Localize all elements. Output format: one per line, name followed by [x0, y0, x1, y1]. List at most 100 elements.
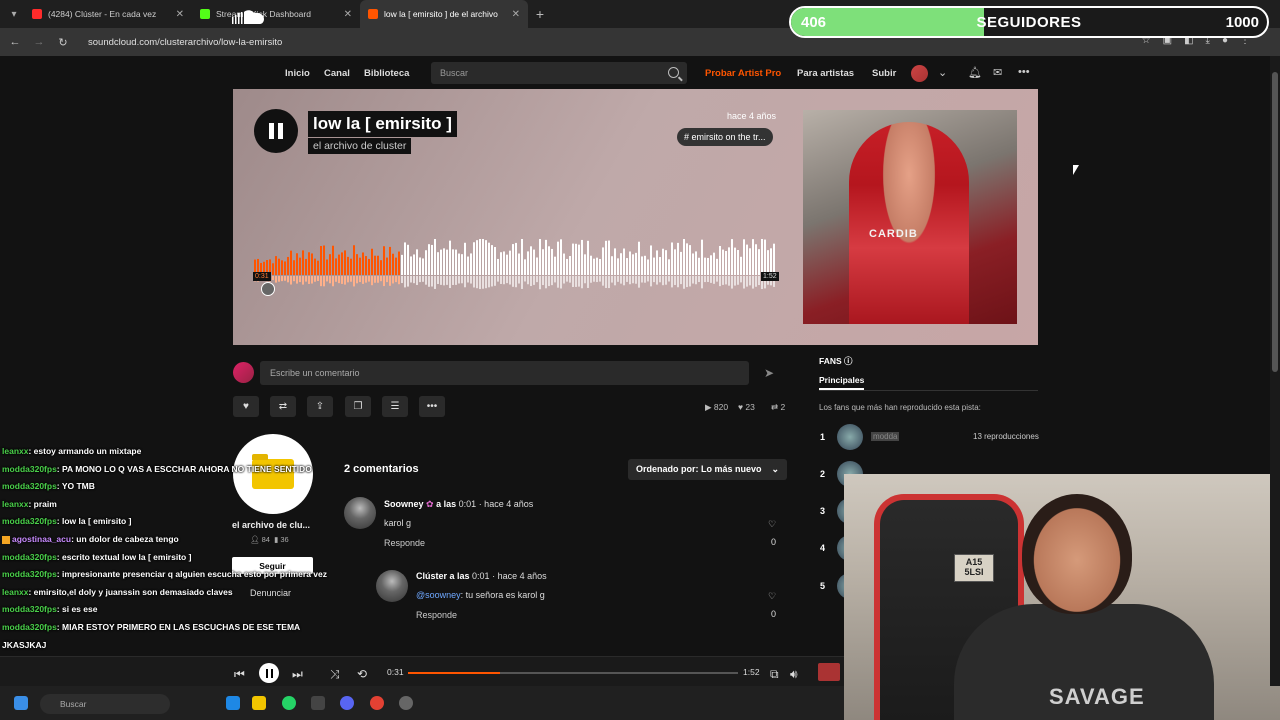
waveform-reflection-bar	[512, 276, 514, 287]
waveform-bar	[632, 254, 634, 275]
fan-avatar[interactable]	[837, 424, 863, 450]
previous-icon[interactable]: ⏮︎	[234, 667, 245, 682]
artist-name[interactable]: el archivo de clu...	[232, 520, 310, 530]
obs-icon[interactable]	[399, 696, 413, 710]
mail-icon[interactable]: ✉	[993, 66, 1002, 79]
artist-pro-link[interactable]: Probar Artist Pro	[705, 68, 781, 79]
waveform-reflection-bar	[623, 276, 625, 286]
comment-user-avatar[interactable]	[376, 570, 408, 602]
new-tab-button[interactable]: +	[528, 6, 552, 22]
comment-time[interactable]: 0:01	[472, 571, 490, 581]
comment-likes: 0	[771, 537, 777, 547]
waveform-reflection-bar	[500, 276, 502, 284]
share-button[interactable]: ⇪	[307, 396, 333, 417]
waveform-reflection-bar	[710, 276, 712, 283]
fans-tab-top[interactable]: Principales	[819, 375, 865, 390]
reply-link[interactable]: Responde	[384, 538, 425, 548]
forward-icon[interactable]: →	[32, 36, 46, 48]
waveform-bar	[485, 240, 487, 275]
browser-tab-kick[interactable]: Stream - Kick Dashboard ✕	[192, 0, 360, 28]
close-tab-icon[interactable]: ✕	[176, 9, 184, 20]
comment-time[interactable]: 0:01	[459, 499, 477, 509]
comment-body: : tu señora es karol g	[460, 590, 545, 600]
volume-icon[interactable]: 🔊︎	[790, 667, 798, 682]
fan-rank: 4	[820, 543, 826, 553]
comment-heart-icon[interactable]: ♡	[768, 519, 776, 530]
more-icon[interactable]: •••	[1018, 66, 1030, 78]
comment-heart-icon[interactable]: ♡	[768, 591, 776, 602]
discord-icon[interactable]	[340, 696, 354, 710]
soundcloud-logo-icon[interactable]	[232, 9, 266, 25]
whatsapp-icon[interactable]	[282, 696, 296, 710]
waveform-reflection-bar	[566, 276, 568, 282]
close-tab-icon[interactable]: ✕	[344, 9, 352, 20]
comment-input[interactable]: Escribe un comentario	[260, 361, 749, 385]
reload-icon[interactable]: ↻	[56, 36, 70, 49]
copy-link-button[interactable]: ❐	[345, 396, 371, 417]
search-input[interactable]: Buscar	[431, 62, 687, 84]
windows-start-icon[interactable]	[14, 696, 28, 710]
waveform-reflection-bar	[275, 276, 277, 283]
artist-avatar[interactable]	[233, 434, 313, 514]
track-artist[interactable]: el archivo de cluster	[308, 138, 412, 154]
like-button[interactable]: ♥	[233, 396, 259, 417]
edge-icon[interactable]	[226, 696, 240, 710]
browser-tab-soundcloud[interactable]: low la [ emirsito ] de el archivo ✕	[360, 0, 528, 28]
waveform-bar	[680, 251, 682, 275]
sort-dropdown[interactable]: Ordenado por: Lo más nuevo ⌄	[628, 459, 787, 480]
waveform[interactable]	[254, 239, 776, 299]
comment-user[interactable]: Clúster a las	[416, 571, 470, 581]
scrollbar-thumb[interactable]	[1272, 72, 1278, 372]
bell-icon[interactable]: 🔔︎	[968, 66, 982, 79]
report-link[interactable]: Denunciar	[250, 588, 291, 598]
browser-tab-youtube[interactable]: (4284) Clúster - En cada vez ✕	[24, 0, 192, 28]
likes-count: 23	[745, 402, 755, 412]
upload-link[interactable]: Subir	[872, 68, 896, 79]
for-artists-link[interactable]: Para artistas	[797, 68, 854, 79]
followers-goal-overlay: 406 SEGUIDORES 1000	[789, 6, 1269, 38]
url-field[interactable]: soundcloud.com/clusterarchivo/low-la-emi…	[88, 37, 282, 48]
player-progress[interactable]	[408, 672, 738, 674]
waveform-reflection-bar	[347, 276, 349, 283]
comment-user[interactable]: Soowney	[384, 499, 424, 509]
track-tag[interactable]: # emirsito on the tr...	[677, 128, 773, 146]
shuffle-icon[interactable]: ⤨	[330, 667, 340, 682]
repeat-icon[interactable]: ⟲	[357, 667, 367, 681]
taskbar-search[interactable]: Buscar	[40, 694, 170, 714]
waveform-bar	[587, 240, 589, 275]
add-to-playlist-button[interactable]: ☰	[382, 396, 408, 417]
back-icon[interactable]: ←	[8, 36, 22, 48]
chrome-icon[interactable]	[370, 696, 384, 710]
next-icon[interactable]: ⏭︎	[292, 667, 303, 682]
epic-games-icon[interactable]	[311, 696, 325, 710]
nav-feed[interactable]: Canal	[324, 68, 350, 79]
search-icon[interactable]	[668, 67, 679, 78]
reply-link[interactable]: Responde	[416, 610, 457, 620]
player-artwork[interactable]	[818, 663, 840, 681]
queue-icon[interactable]: ⧉	[770, 667, 779, 682]
player-pause-button[interactable]	[259, 663, 279, 683]
fan-name[interactable]: modda	[871, 432, 900, 441]
waveform-bar	[332, 245, 334, 275]
close-tab-icon[interactable]: ✕	[512, 9, 520, 20]
page-scrollbar[interactable]	[1270, 56, 1280, 686]
waveform-reflection-bar	[434, 276, 436, 289]
pause-button[interactable]	[254, 109, 298, 153]
nav-home[interactable]: Inicio	[285, 68, 310, 79]
info-icon[interactable]: ⓘ	[844, 356, 853, 366]
waveform-reflection-bar	[284, 276, 286, 281]
fan-rank: 2	[820, 469, 826, 479]
folder-icon[interactable]	[252, 696, 266, 710]
user-avatar[interactable]	[911, 65, 928, 82]
repost-button[interactable]: ⇄	[270, 396, 296, 417]
waveform-comment-avatar[interactable]	[261, 282, 275, 296]
comment-mention[interactable]: @soowney	[416, 590, 461, 600]
send-icon[interactable]: ➤	[764, 366, 774, 380]
nav-library[interactable]: Biblioteca	[364, 68, 409, 79]
tab-search-icon[interactable]: ▾	[4, 4, 24, 24]
comment-user-avatar[interactable]	[344, 497, 376, 529]
chevron-down-icon[interactable]: ⌄	[938, 66, 947, 79]
waveform-reflection-bar	[698, 276, 700, 283]
more-button[interactable]: •••	[419, 396, 445, 417]
waveform-bar	[614, 248, 616, 275]
